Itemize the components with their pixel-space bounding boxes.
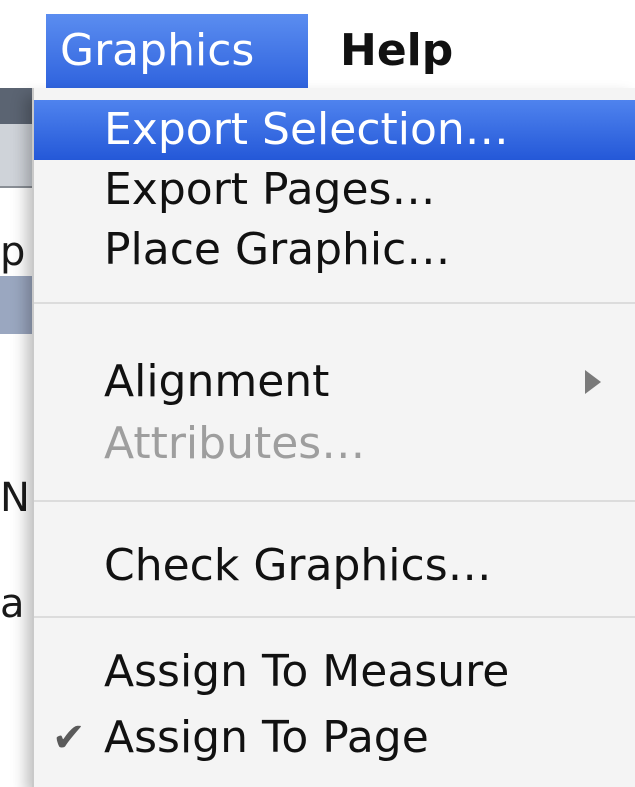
screen: p N a Graphics Help Export Selection… Ex… — [0, 0, 635, 787]
menu-item-place-graphic[interactable]: Place Graphic… — [34, 220, 635, 280]
background-text-a: a — [0, 581, 25, 627]
menu-item-label: Export Selection… — [104, 104, 509, 155]
menu-item-assign-to-page[interactable]: ✔ Assign To Page — [34, 708, 635, 768]
menu-help[interactable]: Help — [326, 14, 476, 88]
menu-item-label: Alignment — [104, 356, 330, 407]
background-text-n: N — [0, 475, 30, 521]
menu-item-export-selection[interactable]: Export Selection… — [34, 100, 635, 160]
menu-separator — [34, 616, 635, 618]
menu-item-label: Place Graphic… — [104, 224, 451, 275]
graphics-dropdown-menu: Export Selection… Export Pages… Place Gr… — [32, 88, 635, 787]
menu-separator — [34, 302, 635, 304]
background-text-p: p — [0, 229, 26, 275]
menu-item-assign-to-measure[interactable]: Assign To Measure — [34, 642, 635, 702]
menu-item-label: Attributes… — [104, 418, 366, 469]
menu-item-check-graphics[interactable]: Check Graphics… — [34, 536, 635, 596]
menu-graphics[interactable]: Graphics — [46, 14, 308, 88]
menu-separator — [34, 500, 635, 502]
menu-item-attributes: Attributes… — [34, 414, 635, 474]
menu-item-label: Assign To Page — [104, 712, 429, 763]
menubar: Graphics Help — [0, 0, 635, 88]
menu-item-label: Assign To Measure — [104, 646, 510, 697]
menu-item-label: Export Pages… — [104, 164, 436, 215]
menu-item-alignment[interactable]: Alignment — [34, 352, 635, 412]
submenu-arrow-icon — [585, 370, 601, 394]
menu-item-label: Check Graphics… — [104, 540, 492, 591]
menu-item-export-pages[interactable]: Export Pages… — [34, 160, 635, 220]
checkmark-icon: ✔ — [52, 715, 86, 761]
